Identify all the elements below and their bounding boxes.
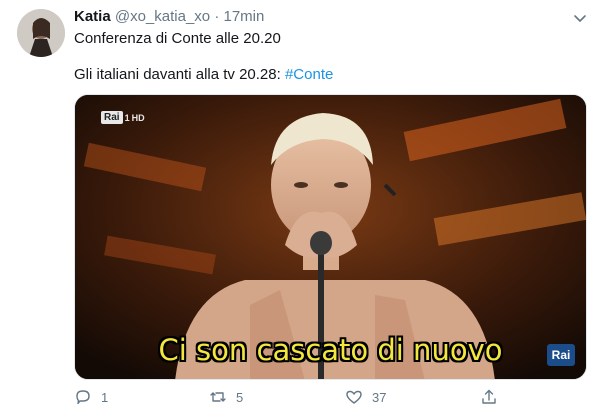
avatar[interactable]	[17, 9, 65, 57]
tweet-text-line2-body: Gli italiani davanti alla tv 20.28:	[74, 66, 281, 83]
reply-count: 1	[101, 389, 109, 405]
chevron-down-icon[interactable]	[571, 9, 589, 27]
retweet-button[interactable]: 5	[209, 388, 243, 406]
tweet: Katia @xo_katia_xo · 17min Conferenza di…	[0, 0, 601, 416]
tweet-header: Katia @xo_katia_xo · 17min	[74, 8, 264, 25]
video-caption: Ci son cascato di nuovo	[158, 333, 503, 367]
hashtag-link[interactable]: #Conte	[285, 66, 333, 83]
tweet-text-line1: Conferenza di Conte alle 20.20	[74, 30, 281, 47]
tweet-actions: 1 5 37	[74, 388, 574, 408]
retweet-count: 5	[236, 389, 244, 405]
rai-logo-text: Rai	[101, 111, 123, 124]
author-handle[interactable]: @xo_katia_xo	[115, 8, 210, 25]
rai-logo-bottom: Rai	[547, 344, 575, 366]
reply-button[interactable]: 1	[74, 388, 108, 406]
channel-number: 1	[124, 112, 130, 123]
rai-logo-top: Rai 1 HD	[101, 111, 145, 124]
author-name[interactable]: Katia	[74, 8, 111, 25]
separator: ·	[214, 8, 220, 25]
like-count: 37	[372, 389, 387, 405]
tweet-text-line2: Gli italiani davanti alla tv 20.28: #Con…	[74, 66, 333, 83]
media-video[interactable]: Rai 1 HD Ci son cascato di nuovo Rai	[74, 94, 587, 380]
timestamp[interactable]: 17min	[223, 8, 264, 25]
share-icon	[482, 389, 496, 404]
like-icon	[346, 390, 362, 404]
retweet-icon	[210, 392, 226, 402]
hd-badge: HD	[131, 112, 145, 123]
share-button[interactable]	[480, 388, 498, 406]
reply-icon	[76, 390, 90, 405]
like-button[interactable]: 37	[345, 388, 386, 406]
